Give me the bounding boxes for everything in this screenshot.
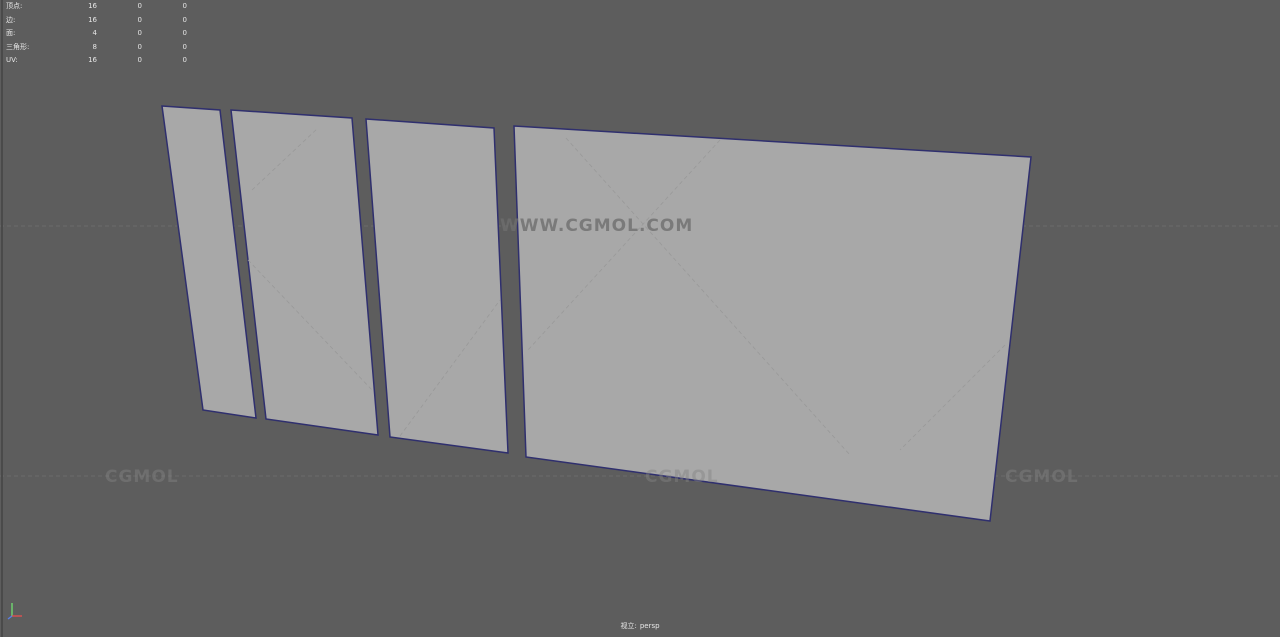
hud-value: 0 [137,15,142,24]
hud-label: UV: [6,56,18,64]
hud-value: 0 [182,42,187,51]
hud-row-vertices: 顶点: 16 0 0 [6,0,187,14]
hud-value: 16 [88,56,97,64]
scene-canvas [0,0,1280,637]
camera-name-label: 视立: persp [0,621,1280,631]
hud-value: 0 [182,15,187,24]
camera-prefix: 视立: [620,622,637,630]
watermark-brand: CGMOL [1005,467,1079,487]
hud-row-edges: 边: 16 0 0 [6,14,187,28]
xyz-axis-gizmo-icon [7,603,22,620]
camera-name: persp [639,622,660,630]
watermark-url: WWW.CGMOL.COM [500,216,694,236]
mesh-panel-4[interactable] [513,125,1032,522]
hud-value: 4 [92,29,97,37]
watermark-brand: CGMOL [105,467,179,487]
mesh-panel-3[interactable] [365,118,509,454]
hud-row-triangles: 三角形: 8 0 0 [6,41,187,55]
hud-value: 0 [182,56,187,64]
mesh-panel-2[interactable] [230,109,379,436]
hud-row-uvs: UV: 16 0 0 [6,54,187,68]
poly-count-hud: 顶点: 16 0 0 边: 16 0 0 面: 4 0 0 三角形: 8 0 0… [6,0,187,68]
hud-value: 0 [182,2,187,10]
hud-value: 8 [92,42,97,51]
hud-value: 0 [137,29,142,37]
hud-value: 0 [182,29,187,37]
hud-label: 面: [6,29,16,37]
hud-value: 16 [88,2,97,10]
hud-value: 0 [137,56,142,64]
hud-label: 顶点: [6,2,23,10]
hud-value: 0 [137,42,142,51]
hud-value: 16 [88,15,97,24]
hud-label: 三角形: [6,42,30,51]
perspective-viewport[interactable]: WWW.CGMOL.COM CGMOL CGMOL CGMOL 顶点: 16 0… [0,0,1280,637]
watermark-brand: CGMOL [645,467,719,487]
hud-row-faces: 面: 4 0 0 [6,27,187,41]
hud-label: 边: [6,15,16,24]
hud-value: 0 [137,2,142,10]
